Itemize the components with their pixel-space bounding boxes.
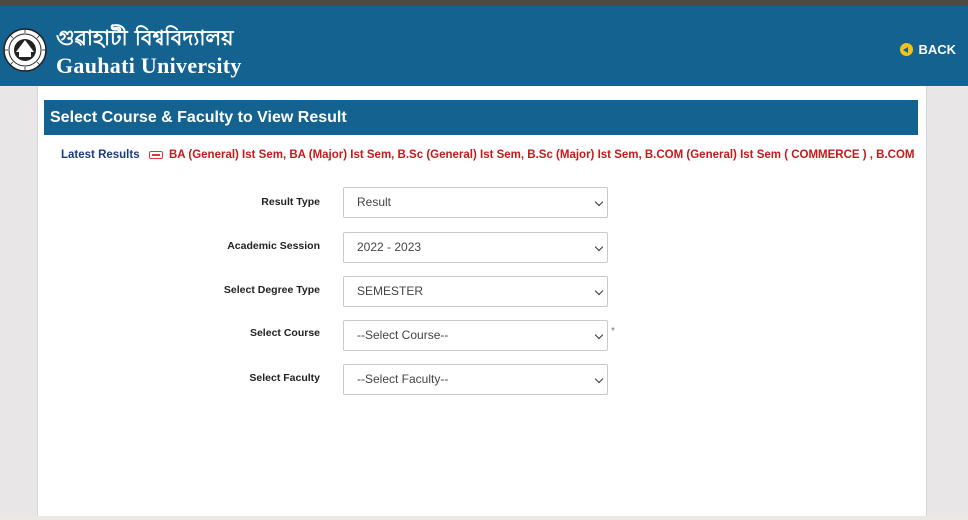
university-seal-icon <box>3 28 47 72</box>
new-badge-icon <box>148 151 163 159</box>
back-button[interactable]: BACK <box>900 42 956 57</box>
faculty-label: Select Faculty <box>249 372 320 384</box>
latest-results-ticker[interactable]: BA (General) Ist Sem, BA (Major) Ist Sem… <box>169 149 918 161</box>
result-type-label: Result Type <box>261 196 320 208</box>
result-type-row: Result Type Result <box>0 187 968 219</box>
chevron-down-icon <box>594 197 604 207</box>
academic-session-label: Academic Session <box>227 240 320 252</box>
academic-session-value: 2022 - 2023 <box>357 240 422 254</box>
degree-type-label: Select Degree Type <box>223 284 320 296</box>
back-arrow-circle-icon <box>900 43 914 56</box>
course-select[interactable]: --Select Course-- <box>343 320 608 351</box>
chevron-down-icon <box>594 242 604 252</box>
faculty-select[interactable]: --Select Faculty-- <box>343 364 608 395</box>
latest-results-label: Latest Results <box>61 149 140 161</box>
academic-session-select[interactable]: 2022 - 2023 <box>343 232 608 263</box>
result-type-value: Result <box>357 195 392 209</box>
degree-type-value: SEMESTER <box>357 284 424 298</box>
faculty-row: Select Faculty --Select Faculty-- <box>0 364 968 396</box>
page-bottom-edge <box>0 516 968 520</box>
chevron-down-icon <box>594 286 604 296</box>
course-row: Select Course --Select Course-- * <box>0 320 968 352</box>
degree-type-select[interactable]: SEMESTER <box>343 276 608 307</box>
degree-type-row: Select Degree Type SEMESTER <box>0 276 968 308</box>
course-value: --Select Course-- <box>357 328 449 342</box>
site-title-bengali: গুৱাহাটী বিশ্ববিদ্যালয় <box>56 25 234 50</box>
result-type-select[interactable]: Result <box>343 187 608 218</box>
required-mark: * <box>611 326 615 337</box>
chevron-down-icon <box>594 330 604 340</box>
course-label: Select Course <box>249 327 320 339</box>
site-header: গুৱাহাটী বিশ্ববিদ্যালয় Gauhati Universi… <box>0 6 968 86</box>
faculty-value: --Select Faculty-- <box>357 372 449 386</box>
chevron-down-icon <box>594 374 604 384</box>
latest-results: Latest Results <box>61 149 163 161</box>
academic-session-row: Academic Session 2022 - 2023 <box>0 232 968 264</box>
site-title-english: Gauhati University <box>56 53 242 78</box>
back-label: BACK <box>918 42 956 57</box>
panel-heading: Select Course & Faculty to View Result <box>44 100 918 135</box>
